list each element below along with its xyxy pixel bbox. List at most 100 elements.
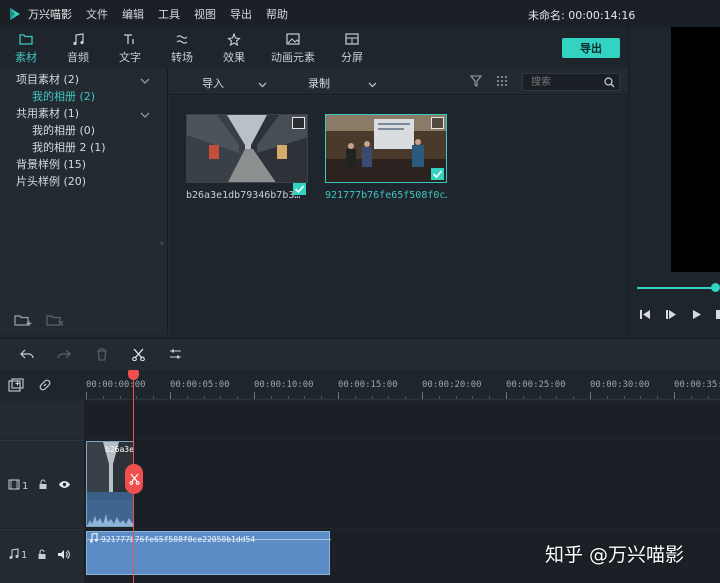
eye-icon[interactable] — [58, 480, 71, 492]
video-clip-title: b26a3e — [105, 445, 134, 454]
effects-icon — [227, 31, 241, 47]
library-panel: 素材 音频 文字 转场 效果 动画元素 分屏 导出 项目素材 (2) 我的相册 … — [0, 27, 628, 335]
chevron-down-icon[interactable] — [258, 78, 267, 91]
chevron-down-icon[interactable] — [140, 74, 150, 84]
menu-file[interactable]: 文件 — [86, 6, 108, 22]
filter-icon[interactable] — [469, 75, 483, 90]
ruler-minor-tick — [203, 396, 205, 399]
text-icon — [123, 31, 137, 47]
audio-clip-title: 921777b76fe65f508f0ce22050b1dd54 — [101, 535, 256, 544]
step-back-icon[interactable] — [639, 309, 651, 323]
ruler-minor-tick — [690, 396, 692, 399]
project-info: 未命名: 00:00:14:16 — [528, 7, 635, 23]
tab-audio[interactable]: 音频 — [52, 27, 104, 69]
scissors-icon[interactable] — [132, 348, 145, 364]
menu-help[interactable]: 帮助 — [266, 6, 288, 22]
media-grid: b26a3e1db79346b7b3… 921777b76fe65f508f0c… — [170, 96, 628, 335]
lock-icon[interactable] — [38, 479, 48, 493]
tab-media[interactable]: 素材 — [0, 27, 52, 69]
ruler-minor-tick — [287, 396, 289, 399]
search-icon[interactable] — [604, 77, 615, 91]
ruler-minor-tick — [657, 396, 659, 399]
speaker-icon[interactable] — [57, 549, 71, 563]
split-scissors-button[interactable] — [125, 464, 143, 494]
video-track-number: 1 — [22, 480, 29, 492]
tab-media-label: 素材 — [15, 51, 37, 64]
ruler-minor-tick — [455, 396, 457, 399]
checkmark-icon — [293, 183, 306, 195]
library-sidebar: 项目素材 (2) 我的相册 (2) 共用素材 (1) 我的相册 (0) 我的相册… — [0, 69, 168, 335]
scissors-icon — [128, 473, 140, 485]
ruler-minor-tick — [321, 396, 323, 399]
tree-item-my-album-0[interactable]: 我的相册 (0) — [32, 122, 95, 138]
video-track-icon — [8, 479, 20, 493]
tree-item-project-media[interactable]: 项目素材 (2) — [16, 71, 79, 87]
tree-item-background-samples[interactable]: 背景样例 (15) — [16, 156, 86, 172]
menu-export[interactable]: 导出 — [230, 6, 252, 22]
ruler-minor-tick — [153, 396, 155, 399]
ruler-minor-tick — [405, 396, 407, 399]
video-track-header: 1 — [0, 440, 84, 528]
preview-progress-knob[interactable] — [711, 283, 720, 292]
tab-split-screen-label: 分屏 — [341, 51, 363, 64]
tab-text[interactable]: 文字 — [104, 27, 156, 69]
tab-audio-label: 音频 — [67, 51, 89, 64]
music-note-icon — [89, 532, 98, 546]
redo-icon[interactable] — [57, 348, 71, 363]
tab-transition[interactable]: 转场 — [156, 27, 208, 69]
delete-folder-icon[interactable] — [46, 313, 64, 330]
tab-split-screen[interactable]: 分屏 — [326, 27, 378, 69]
menu-tools[interactable]: 工具 — [158, 6, 180, 22]
tree-item-shared-media[interactable]: 共用素材 (1) — [16, 105, 79, 121]
chevron-down-icon[interactable] — [140, 108, 150, 118]
preview-progress-track[interactable] — [637, 287, 715, 289]
ruler-minor-tick — [237, 396, 239, 399]
street-photo-image — [187, 115, 307, 182]
tree-item-my-album[interactable]: 我的相册 (2) — [32, 88, 95, 104]
stop-icon[interactable] — [715, 309, 720, 323]
collapse-panel-icon[interactable]: ‹ — [160, 239, 164, 249]
project-duration: 00:00:14:16 — [568, 9, 636, 22]
preview-screen — [671, 27, 720, 272]
add-track-icon[interactable] — [8, 378, 24, 395]
grid-view-icon[interactable] — [496, 75, 508, 90]
ruler-major-tick — [590, 392, 591, 399]
menu-edit[interactable]: 编辑 — [122, 6, 144, 22]
import-dropdown[interactable]: 导入 — [202, 75, 224, 91]
tree-item-intro-samples[interactable]: 片头样例 (20) — [16, 173, 86, 189]
ruler-minor-tick — [220, 396, 222, 399]
ruler-label: 00:00:10:00 — [254, 380, 314, 390]
adjust-icon[interactable] — [169, 348, 182, 363]
step-forward-icon[interactable] — [665, 309, 677, 323]
chevron-down-icon[interactable] — [368, 78, 377, 91]
video-clip-waveform — [87, 500, 133, 526]
link-icon[interactable] — [38, 378, 52, 395]
tab-elements[interactable]: 动画元素 — [260, 27, 326, 69]
image-icon — [286, 31, 300, 47]
split-screen-icon — [345, 31, 359, 47]
audio-clip[interactable]: 921777b76fe65f508f0ce22050b1dd54 — [86, 531, 331, 575]
ruler-major-tick — [422, 392, 423, 399]
lock-icon[interactable] — [37, 548, 47, 563]
ruler-minor-tick — [640, 396, 642, 399]
menu-view[interactable]: 视图 — [194, 6, 216, 22]
media-thumbnail-1[interactable] — [186, 114, 308, 183]
ruler-minor-tick — [438, 396, 440, 399]
music-note-icon — [72, 31, 84, 47]
timeline-ruler[interactable]: 00:00:00:00 00:00:05:00 00:00:10:00 00:0… — [84, 370, 720, 400]
play-icon[interactable] — [691, 309, 703, 323]
record-dropdown[interactable]: 录制 — [308, 75, 330, 91]
export-button[interactable]: 导出 — [562, 38, 620, 58]
ruler-major-tick — [674, 392, 675, 399]
ruler-minor-tick — [489, 396, 491, 399]
audio-track-header: 1 — [0, 529, 84, 583]
search-input[interactable] — [523, 74, 603, 90]
new-folder-icon[interactable] — [14, 313, 32, 330]
media-thumbnail-2[interactable] — [325, 114, 447, 183]
undo-icon[interactable] — [20, 348, 34, 363]
tab-effects-label: 效果 — [223, 51, 245, 64]
video-clip-icon — [292, 117, 305, 129]
tab-effects[interactable]: 效果 — [208, 27, 260, 69]
tree-item-my-album-2[interactable]: 我的相册 2 (1) — [32, 139, 106, 155]
delete-icon[interactable] — [96, 348, 108, 364]
